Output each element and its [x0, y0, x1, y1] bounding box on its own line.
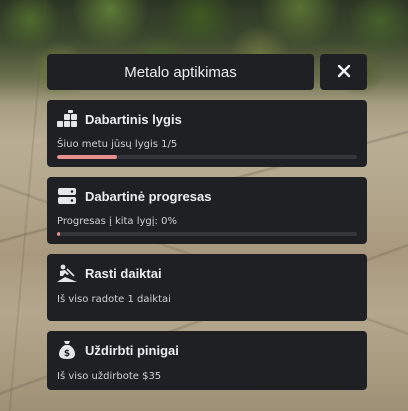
card-current-progress: Dabartinė progresas Progresas į kita lyg… [47, 177, 367, 244]
card-subtitle-current-progress: Progresas į kita lygį: 0% [57, 216, 177, 227]
card-subtitle-current-level: Šiuo metu jūsų lygis 1/5 [57, 139, 178, 150]
digging-icon [57, 263, 77, 283]
panel-header: Metalo aptikimas [47, 54, 367, 90]
card-earned-money: $ Uždirbti pinigai Iš viso uždirbote $35 [47, 331, 367, 390]
panel-title: Metalo aptikimas [47, 54, 314, 90]
card-found-items: Rasti daiktai Iš viso radote 1 daiktai [47, 254, 367, 321]
stairs-level-icon [57, 109, 77, 129]
card-subtitle-earned-money: Iš viso uždirbote $35 [57, 371, 162, 382]
metal-detecting-panel: Metalo aptikimas Dabartinis lygis Šiuo m… [47, 54, 367, 390]
level-progress-fill [57, 155, 117, 159]
next-level-progress-fill [57, 232, 60, 236]
card-current-level: Dabartinis lygis Šiuo metu jūsų lygis 1/… [47, 100, 367, 167]
card-title-current-progress: Dabartinė progresas [85, 188, 212, 204]
level-progress-bar [57, 155, 357, 159]
card-subtitle-found-items: Iš viso radote 1 daiktai [57, 294, 171, 305]
svg-text:$: $ [64, 349, 70, 359]
card-title-found-items: Rasti daiktai [85, 265, 162, 281]
money-bag-icon: $ [57, 340, 77, 360]
close-button[interactable] [320, 54, 367, 90]
card-title-earned-money: Uždirbti pinigai [85, 342, 179, 358]
server-progress-icon [57, 186, 77, 206]
next-level-progress-bar [57, 232, 357, 236]
close-icon [337, 63, 351, 82]
card-title-current-level: Dabartinis lygis [85, 111, 182, 127]
